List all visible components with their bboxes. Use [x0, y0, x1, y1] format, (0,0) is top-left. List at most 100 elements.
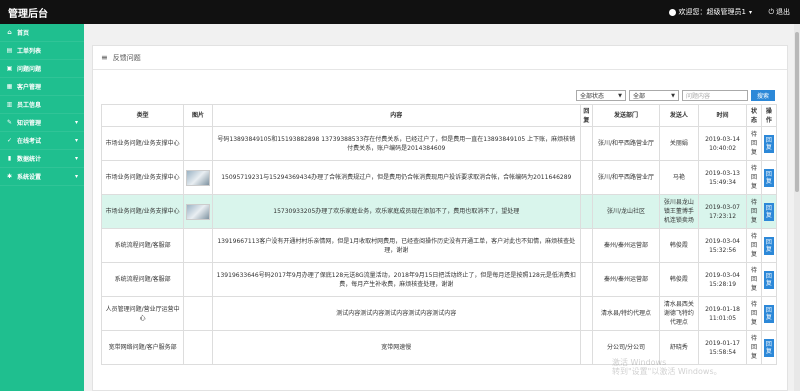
cell-time: 2019-03-04 15:28:19 [697, 262, 748, 297]
feedback-panel: ≡ 反馈问题 全部状态 ▼ 全部 ▼ 问题内容 搜索 类型 图片 内容 回复 发送部门 发送人… [92, 45, 788, 391]
scrollbar-thumb[interactable] [795, 32, 799, 192]
cell-type: 系统流程问题/客服部 [100, 262, 185, 297]
gear-icon: ✱ [6, 173, 13, 180]
sidebar-item-label: 问题问题 [17, 66, 42, 73]
cell-status: 待回复 [746, 228, 762, 263]
cell-content: 13919633646号码2017年9月办理了保底128元送8G流量活动，201… [211, 262, 581, 297]
home-icon: ⌂ [7, 29, 12, 36]
page-scrollbar[interactable] [794, 24, 800, 391]
cell-image [183, 296, 213, 331]
column-header: 操作 [760, 104, 778, 127]
cell-status: 待回复 [746, 194, 762, 229]
sidebar-item-knowledge[interactable]: ✎ 知识管理 ▾ [0, 114, 84, 132]
cell-type: 系统流程问题/客服部 [100, 228, 185, 263]
table-body: 市场业务问题/业务支撑中心 号码13893849105和15193882898 1… [100, 126, 778, 365]
cell-content: 13919667113客户没有开通村村乐亲情网，但是1月收取村网费用，已经查阅操… [211, 228, 581, 263]
cell-image [183, 262, 213, 297]
sidebar-item-label: 系统设置 [17, 174, 42, 181]
sidebar-item-label: 首页 [17, 30, 30, 37]
sidebar-item-customers[interactable]: ▦ 客户管理 [0, 78, 84, 96]
column-header: 类型 [100, 104, 185, 127]
user-label: 欢迎您：超级管理员1 [678, 8, 746, 16]
cell-action: 回复 [760, 262, 778, 297]
watermark-line-2: 转到"设置"以激活 Windows。 [612, 367, 722, 376]
sidebar-item-label: 在线考试 [17, 138, 42, 145]
logout-button[interactable]: ⏻ 退出 [768, 7, 790, 17]
cell-action: 回复 [760, 160, 778, 195]
chevron-down-icon: ▾ [74, 173, 78, 180]
cell-type: 市场业务问题/业务支撑中心 [100, 194, 185, 229]
table-row: 人员管理问题/营业厅运营中心 测试内容测试内容测试内容测试内容测试内容 清水县/特约… [100, 296, 778, 331]
table-row: 系统流程问题/客服部 13919667113客户没有开通村村乐亲情网，但是1月收取… [100, 228, 778, 263]
chevron-down-icon: ▾ [748, 8, 752, 16]
reply-button[interactable]: 回复 [763, 236, 774, 255]
chevron-down-icon: ▼ [618, 92, 622, 99]
panel-header: ≡ 反馈问题 [93, 46, 787, 70]
sidebar-item-staff[interactable]: ▥ 员工信息 [0, 96, 84, 114]
cell-reply [579, 126, 593, 161]
cell-image [183, 228, 213, 263]
image-thumbnail[interactable] [186, 169, 211, 186]
status-select[interactable]: 全部状态 ▼ [575, 90, 626, 101]
search-button[interactable]: 搜索 [750, 90, 775, 101]
cell-type: 市场业务问题/业务支撑中心 [100, 160, 185, 195]
chevron-down-icon: ▾ [74, 119, 78, 126]
windows-activation-watermark: 激活 Windows 转到"设置"以激活 Windows。 [612, 358, 722, 376]
cell-reply [579, 228, 593, 263]
cell-status: 待回复 [746, 330, 762, 365]
reply-button[interactable]: 回复 [763, 304, 774, 323]
users-icon: ▦ [6, 83, 13, 90]
status-select-value: 全部状态 [579, 93, 604, 100]
cell-reply [579, 330, 593, 365]
exam-icon: ✓ [6, 137, 13, 144]
cell-action: 回复 [760, 194, 778, 229]
cell-image [183, 330, 213, 365]
type-select[interactable]: 全部 ▼ [628, 90, 679, 101]
chart-icon: ▮ [7, 155, 12, 162]
reply-button[interactable]: 回复 [763, 134, 774, 153]
sidebar-item-home[interactable]: ⌂ 首页 [0, 24, 84, 42]
cell-image [183, 160, 213, 195]
reply-button[interactable]: 回复 [763, 168, 774, 187]
table-row: 市场业务问题/业务支撑中心 15730933205办理了欢乐家庭业务，欢乐家庭成员… [100, 194, 778, 229]
cell-time: 2019-01-18 11:01:05 [697, 296, 748, 331]
cell-sender: 韩俊霞 [659, 262, 699, 297]
cell-sender: 马艳 [659, 160, 699, 195]
cell-status: 待回复 [746, 262, 762, 297]
sidebar-item-tickets[interactable]: ▤ 工单列表 [0, 42, 84, 60]
table-row: 市场业务问题/业务支撑中心 号码13893849105和15193882898 1… [100, 126, 778, 161]
cell-reply [579, 194, 593, 229]
search-input[interactable]: 问题内容 [681, 90, 748, 101]
cell-action: 回复 [760, 126, 778, 161]
logout-label: 退出 [776, 8, 790, 16]
question-icon: ▣ [6, 65, 13, 72]
sidebar-item-stats[interactable]: ▮ 数据统计 ▾ [0, 150, 84, 168]
type-select-value: 全部 [632, 93, 645, 100]
cell-dept: 张川/和平西路营业厅 [591, 160, 661, 195]
column-header: 回复 [579, 104, 593, 127]
cell-reply [579, 262, 593, 297]
cell-status: 待回复 [746, 160, 762, 195]
cell-action: 回复 [760, 228, 778, 263]
column-header: 图片 [183, 104, 213, 127]
sidebar-item-exam[interactable]: ✓ 在线考试 ▾ [0, 132, 84, 150]
column-header: 状态 [746, 104, 762, 127]
cell-content: 号码13893849105和15193882898 13739388533存在付… [211, 126, 581, 161]
cell-dept: 清水县/特约代理点 [591, 296, 661, 331]
cell-dept: 秦州/秦州运营部 [591, 228, 661, 263]
reply-button[interactable]: 回复 [763, 202, 774, 221]
cell-image [183, 126, 213, 161]
cell-type: 宽带网络问题/客户服务部 [100, 330, 185, 365]
user-menu[interactable]: 欢迎您：超级管理员1 ▾ [668, 7, 752, 17]
cell-type: 人员管理问题/营业厅运营中心 [100, 296, 185, 331]
reply-button[interactable]: 回复 [763, 338, 774, 357]
panel-title: 反馈问题 [112, 53, 141, 62]
sidebar-item-questions[interactable]: ▣ 问题问题 [0, 60, 84, 78]
table-header-row: 类型 图片 内容 回复 发送部门 发送人 时间 状态 操作 [100, 104, 778, 127]
chevron-down-icon: ▼ [671, 92, 675, 99]
cell-sender: 张川县龙山镇王董博手机连锁卖场 [659, 194, 699, 229]
reply-button[interactable]: 回复 [763, 270, 774, 289]
image-thumbnail[interactable] [186, 203, 211, 220]
sidebar-item-settings[interactable]: ✱ 系统设置 ▾ [0, 168, 84, 186]
sidebar-item-label: 知识管理 [17, 120, 42, 127]
